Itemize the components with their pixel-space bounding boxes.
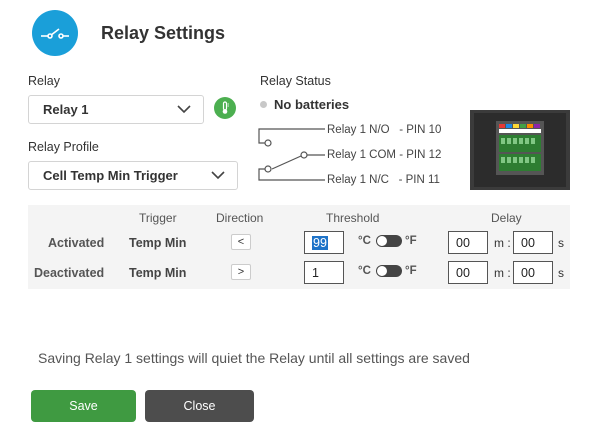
- settings-table: [28, 205, 570, 289]
- direction-button-activated[interactable]: <: [231, 234, 251, 250]
- relay-profile-value: Cell Temp Min Trigger: [43, 168, 178, 183]
- header-trigger: Trigger: [139, 211, 177, 225]
- relay-wiring-diagram: [258, 128, 325, 181]
- celsius-label: °C: [358, 235, 371, 247]
- row-label-activated: Activated: [48, 236, 105, 250]
- trigger-value-activated: Temp Min: [129, 236, 187, 250]
- relay-select-value: Relay 1: [43, 102, 89, 117]
- delay-minutes-input-deactivated[interactable]: 00: [448, 261, 488, 284]
- delay-minutes-input-activated[interactable]: 00: [448, 231, 488, 254]
- threshold-input-deactivated[interactable]: 1: [304, 261, 344, 284]
- direction-button-deactivated[interactable]: >: [231, 264, 251, 280]
- relay-profile-select[interactable]: Cell Temp Min Trigger: [28, 161, 238, 190]
- page-title: Relay Settings: [101, 23, 226, 43]
- unit-toggle-deactivated[interactable]: [376, 265, 402, 277]
- relay-select[interactable]: Relay 1: [28, 95, 204, 124]
- pin-label-no: Relay 1 N/O - PIN 10: [327, 124, 442, 136]
- relay-status-text: No batteries: [274, 97, 350, 112]
- threshold-value-activated: 99: [312, 235, 328, 250]
- fahrenheit-label: °F: [405, 265, 417, 277]
- delay-seconds-input-deactivated[interactable]: 00: [513, 261, 553, 284]
- delay-seconds-input-activated[interactable]: 00: [513, 231, 553, 254]
- relay-status-label: Relay Status: [260, 74, 331, 88]
- save-notice: Saving Relay 1 settings will quiet the R…: [38, 350, 470, 366]
- seconds-label: s: [558, 266, 564, 280]
- trigger-value-deactivated: Temp Min: [129, 266, 187, 280]
- pin-label-nc: Relay 1 N/C - PIN 11: [327, 174, 440, 186]
- header-threshold: Threshold: [326, 211, 380, 225]
- threshold-input-activated[interactable]: 99: [304, 231, 344, 254]
- relay-profile-label: Relay Profile: [28, 140, 99, 154]
- chevron-down-icon: [177, 105, 191, 114]
- fahrenheit-label: °F: [405, 235, 417, 247]
- relay-device-image: [470, 110, 570, 190]
- minutes-label: m :: [494, 236, 511, 250]
- pin-label-com: Relay 1 COM - PIN 12: [327, 149, 442, 161]
- header-delay: Delay: [491, 211, 522, 225]
- status-indicator-dot: [260, 101, 267, 108]
- header-direction: Direction: [216, 211, 264, 225]
- minutes-label: m :: [494, 266, 511, 280]
- relay-switch-icon: [32, 10, 78, 56]
- close-button[interactable]: Close: [145, 390, 254, 422]
- seconds-label: s: [558, 236, 564, 250]
- celsius-label: °C: [358, 265, 371, 277]
- unit-toggle-activated[interactable]: [376, 235, 402, 247]
- thermometer-icon[interactable]: [214, 97, 236, 119]
- chevron-down-icon: [211, 171, 225, 180]
- row-label-deactivated: Deactivated: [34, 266, 105, 280]
- save-button[interactable]: Save: [31, 390, 136, 422]
- relay-label: Relay: [28, 74, 60, 88]
